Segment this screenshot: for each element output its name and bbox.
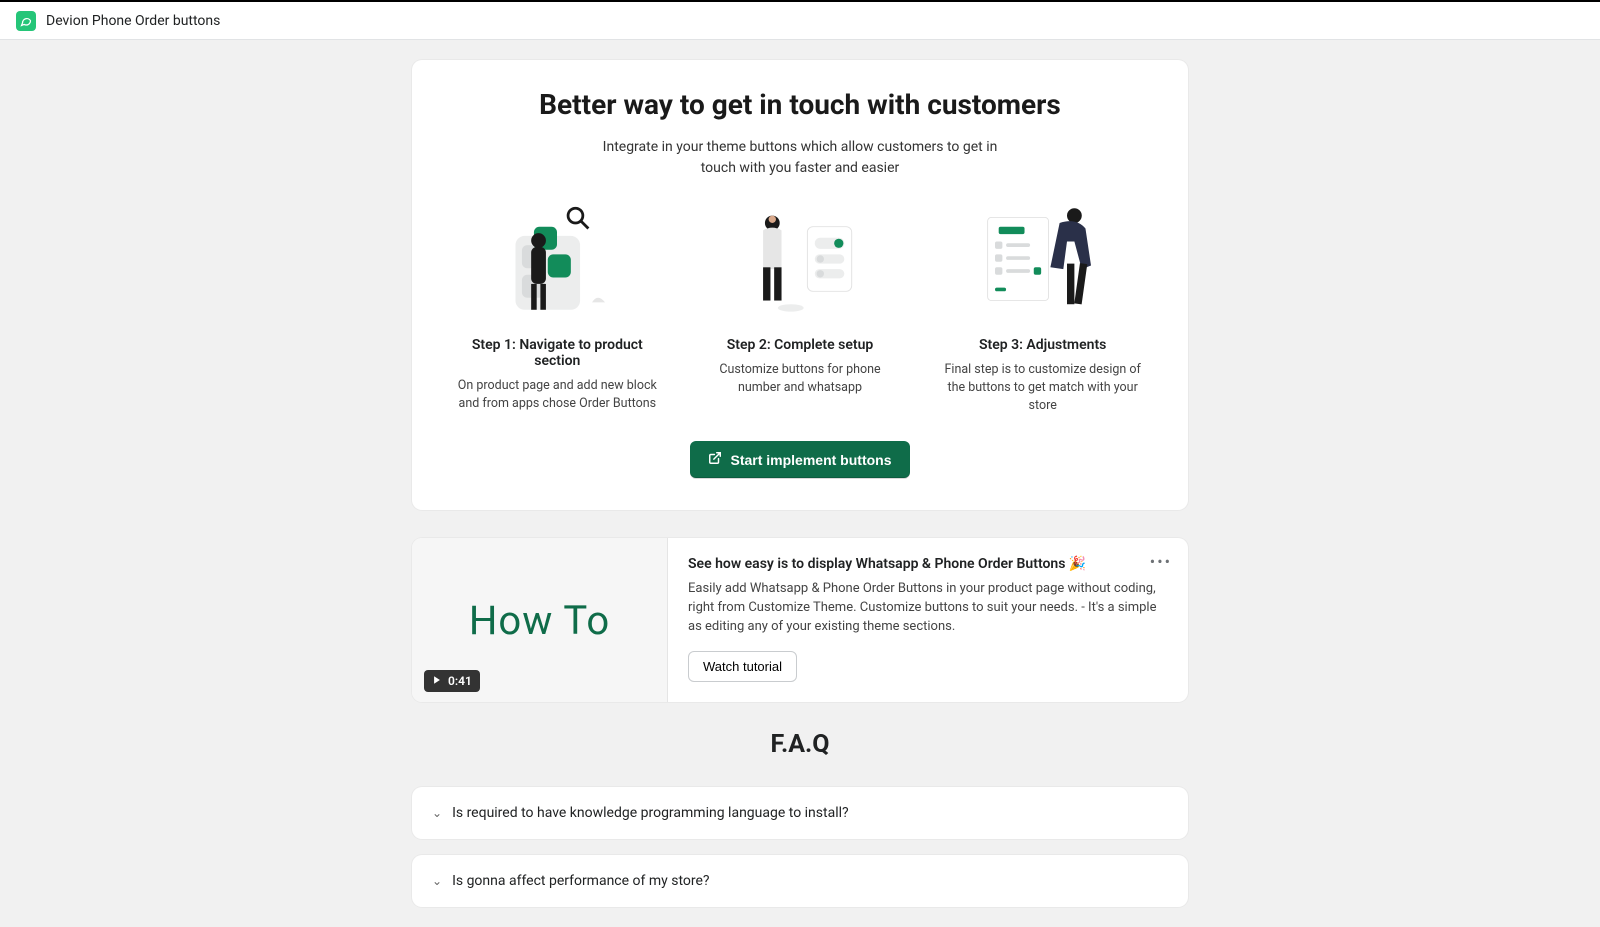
steps-row: Step 1: Navigate to product section On p… (448, 199, 1152, 415)
hero-subtitle: Integrate in your theme buttons which al… (590, 137, 1010, 179)
step-2: Step 2: Complete setup Customize buttons… (691, 199, 910, 415)
watch-tutorial-button[interactable]: Watch tutorial (688, 651, 797, 682)
faq-item-2[interactable]: ⌄ Is gonna affect performance of my stor… (412, 855, 1188, 907)
step-3: Step 3: Adjustments Final step is to cus… (933, 199, 1152, 415)
howto-desc: Easily add Whatsapp & Phone Order Button… (688, 580, 1168, 637)
faq-item-1[interactable]: ⌄ Is required to have knowledge programm… (412, 787, 1188, 839)
howto-card: How To 0:41 ••• See how easy is to displ… (412, 538, 1188, 702)
app-title: Devion Phone Order buttons (46, 13, 220, 29)
step-1-desc: On product page and add new block and fr… (448, 377, 667, 413)
chevron-down-icon: ⌄ (432, 874, 442, 888)
app-icon (16, 11, 36, 31)
hero-title: Better way to get in touch with customer… (448, 88, 1152, 121)
howto-graphic-label: How To (469, 597, 610, 644)
howto-content: ••• See how easy is to display Whatsapp … (668, 538, 1188, 702)
start-implement-button[interactable]: Start implement buttons (690, 441, 909, 478)
step-1: Step 1: Navigate to product section On p… (448, 199, 667, 415)
step-2-title: Step 2: Complete setup (691, 337, 910, 353)
step-1-title: Step 1: Navigate to product section (448, 337, 667, 369)
watch-tutorial-label: Watch tutorial (703, 659, 782, 674)
howto-title: See how easy is to display Whatsapp & Ph… (688, 556, 1168, 572)
more-actions-icon[interactable]: ••• (1150, 552, 1172, 571)
faq-title: F.A.Q (412, 730, 1188, 759)
video-duration-badge: 0:41 (424, 670, 480, 692)
faq-question-2: Is gonna affect performance of my store? (452, 873, 709, 889)
start-implement-label: Start implement buttons (730, 452, 891, 468)
faq-question-1: Is required to have knowledge programmin… (452, 805, 849, 821)
step-3-title: Step 3: Adjustments (933, 337, 1152, 353)
faq-list: ⌄ Is required to have knowledge programm… (412, 787, 1188, 907)
step-2-desc: Customize buttons for phone number and w… (691, 361, 910, 397)
main-content: Better way to get in touch with customer… (0, 40, 1600, 927)
step-3-illustration (933, 199, 1152, 319)
topbar: Devion Phone Order buttons (0, 0, 1600, 40)
step-3-desc: Final step is to customize design of the… (933, 361, 1152, 415)
howto-thumbnail[interactable]: How To 0:41 (412, 538, 668, 702)
external-link-icon (708, 451, 722, 468)
video-duration: 0:41 (448, 674, 472, 688)
hero-card: Better way to get in touch with customer… (412, 60, 1188, 510)
step-2-illustration (691, 199, 910, 319)
play-icon (432, 674, 442, 688)
chevron-down-icon: ⌄ (432, 806, 442, 820)
step-1-illustration (448, 199, 667, 319)
